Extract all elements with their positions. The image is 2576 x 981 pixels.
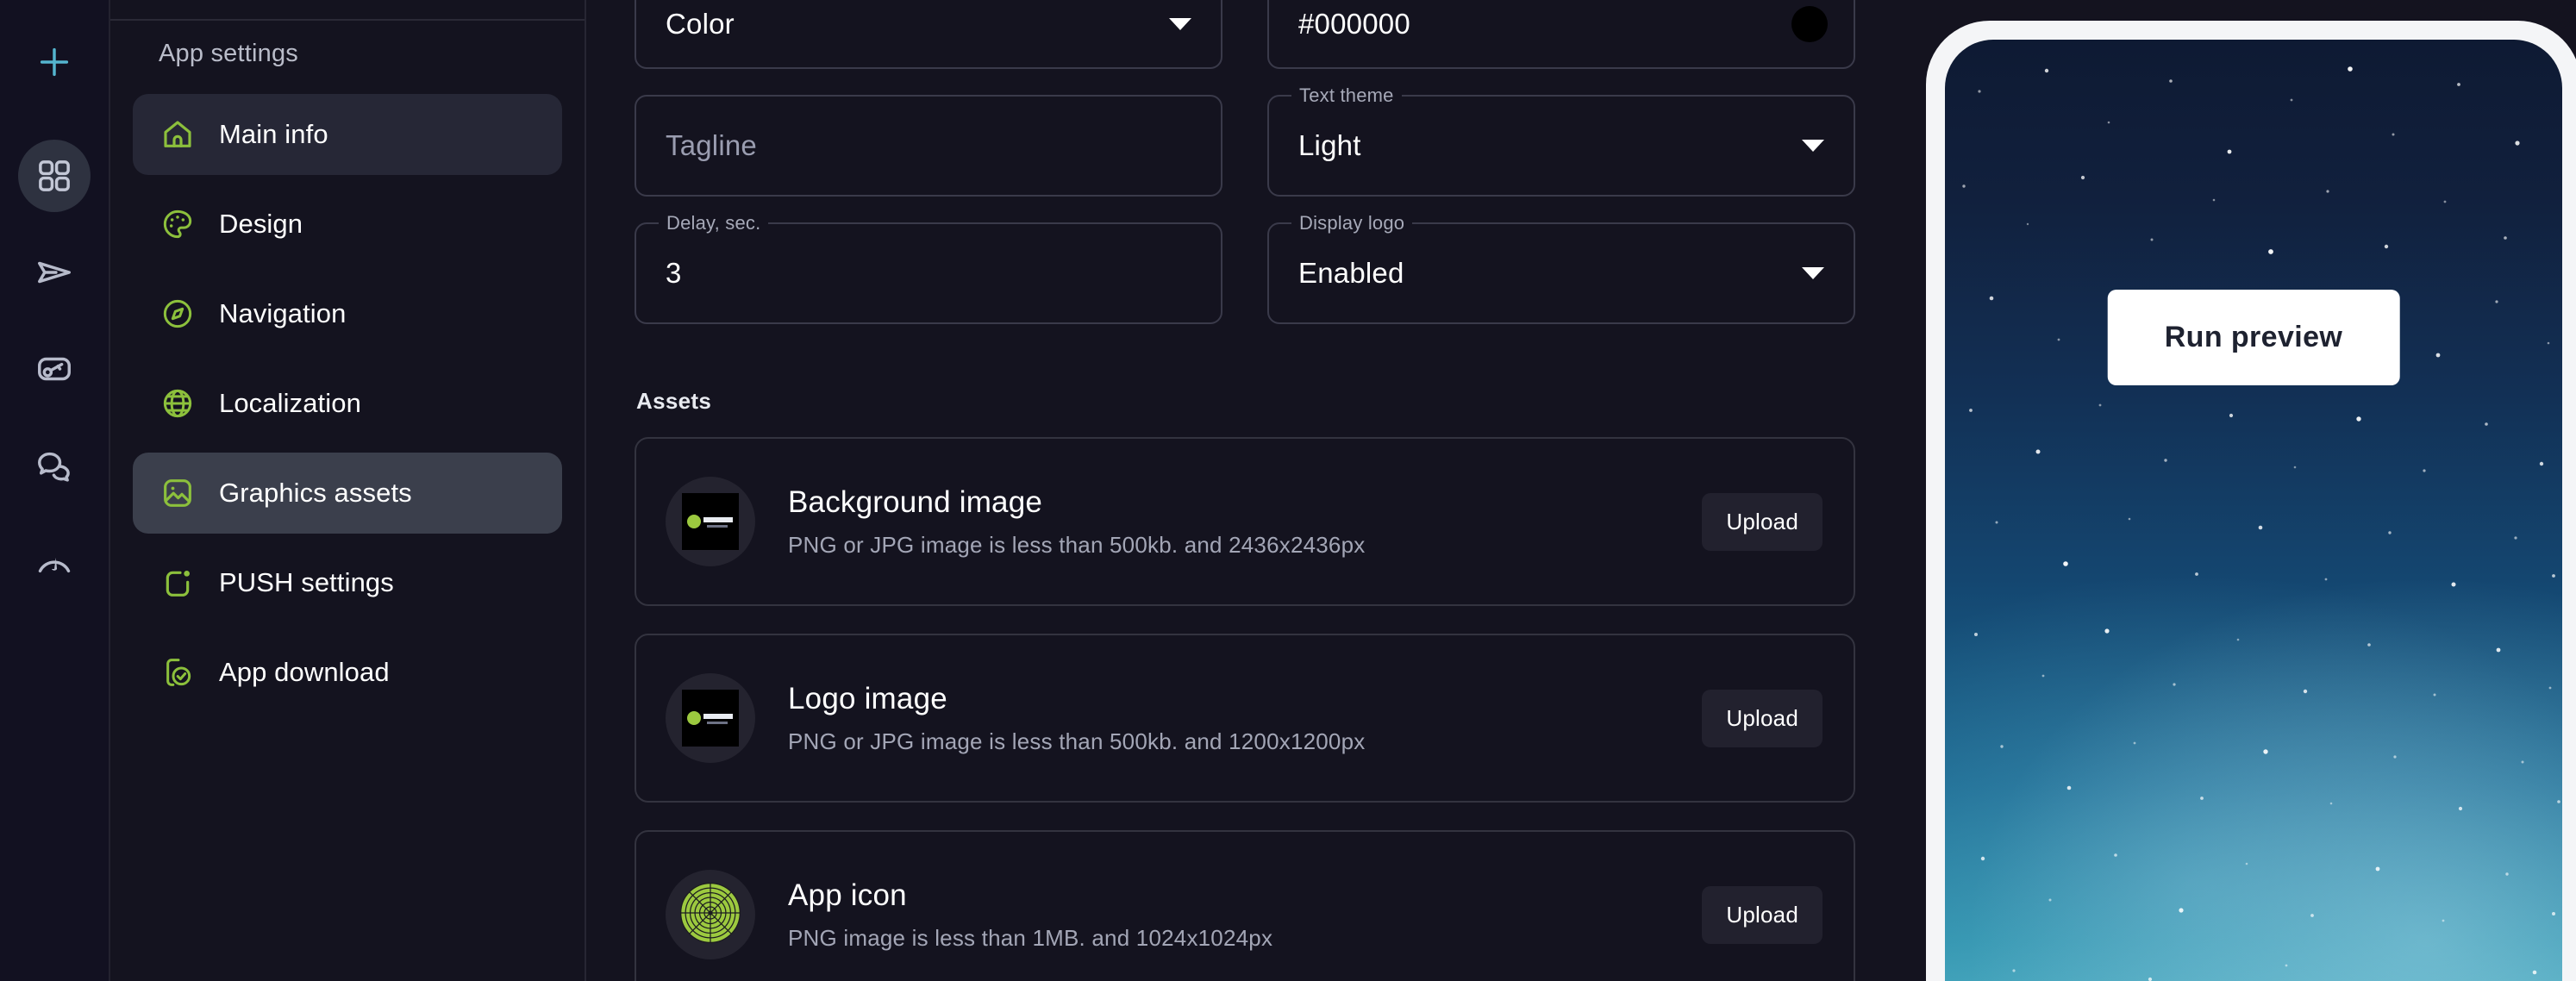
- upload-button[interactable]: Upload: [1702, 885, 1823, 944]
- compass-icon: [159, 295, 197, 333]
- nav-section-title: App settings: [159, 40, 298, 67]
- text-theme-label: Text theme: [1291, 84, 1402, 107]
- add-button[interactable]: [18, 26, 91, 98]
- app-root: App settings Main info Design Navigation…: [0, 0, 2576, 981]
- icon-rail: [0, 0, 110, 981]
- delay-value: 3: [666, 257, 682, 289]
- chevron-down-icon: [1169, 18, 1191, 30]
- sidebar-item-label: Navigation: [219, 298, 347, 328]
- avatar: [666, 870, 755, 959]
- limawapp-logo-thumb-icon: [682, 690, 739, 747]
- color-swatch[interactable]: [1791, 6, 1828, 42]
- home-icon: [159, 116, 197, 153]
- asset-text: App icon PNG image is less than 1MB. and…: [788, 878, 1702, 952]
- green-target-icon: [677, 879, 744, 951]
- sidebar-item-app-download[interactable]: App download: [133, 632, 562, 713]
- asset-row-logo-image: Logo image PNG or JPG image is less than…: [635, 634, 1855, 803]
- run-preview-button[interactable]: Run preview: [2107, 290, 2400, 385]
- limawapp-logo-thumb-icon: [682, 493, 739, 550]
- color-value: #000000: [1298, 8, 1410, 40]
- display-logo-label: Display logo: [1291, 212, 1413, 234]
- upload-button[interactable]: Upload: [1702, 492, 1823, 551]
- color-field[interactable]: Color #000000: [1267, 0, 1855, 69]
- sidebar-item-localization[interactable]: Localization: [133, 363, 562, 444]
- sidebar-item-label: Main info: [219, 119, 328, 149]
- paper-plane-icon: [34, 253, 74, 292]
- globe-icon: [159, 384, 197, 422]
- phone-frame: Run preview: [1926, 21, 2576, 981]
- download-check-icon: [159, 653, 197, 691]
- text-theme-value: Light: [1298, 129, 1361, 161]
- chevron-down-icon: [1802, 267, 1824, 279]
- sidebar-item-main-info[interactable]: Main info: [133, 94, 562, 175]
- settings-form: Background mode Color Color #000000 Tagl…: [635, 0, 1855, 324]
- tagline-input[interactable]: Tagline: [635, 95, 1222, 197]
- avatar: [666, 477, 755, 566]
- asset-description: PNG image is less than 1MB. and 1024x102…: [788, 924, 1273, 951]
- gauge-icon: [34, 542, 74, 582]
- phone-screen: Run preview: [1945, 40, 2562, 981]
- delay-label: Delay, sec.: [659, 212, 769, 234]
- apps-grid-button[interactable]: [18, 140, 91, 212]
- assets-section-title: Assets: [636, 388, 712, 414]
- asset-name: App icon: [788, 878, 907, 912]
- sidebar-item-label: Design: [219, 209, 303, 239]
- asset-description: PNG or JPG image is less than 500kb. and…: [788, 531, 1366, 558]
- asset-name: Background image: [788, 484, 1043, 519]
- asset-row-background-image: Background image PNG or JPG image is les…: [635, 437, 1855, 606]
- sidebar-item-label: App download: [219, 657, 390, 687]
- tagline-placeholder: Tagline: [666, 129, 757, 161]
- palette-icon: [159, 205, 197, 243]
- phone-preview-panel: Run preview: [1904, 0, 2576, 981]
- sidebar-item-label: Graphics assets: [219, 478, 412, 508]
- api-key-button[interactable]: [18, 333, 91, 405]
- asset-description: PNG or JPG image is less than 500kb. and…: [788, 728, 1366, 754]
- chevron-down-icon: [1802, 140, 1824, 152]
- asset-row-app-icon: App icon PNG image is less than 1MB. and…: [635, 830, 1855, 981]
- text-theme-select[interactable]: Text theme Light: [1267, 84, 1855, 197]
- sidebar-item-navigation[interactable]: Navigation: [133, 273, 562, 354]
- push-icon: [159, 564, 197, 602]
- send-button[interactable]: [18, 236, 91, 309]
- asset-text: Logo image PNG or JPG image is less than…: [788, 682, 1702, 755]
- sidebar-item-push-settings[interactable]: PUSH settings: [133, 542, 562, 623]
- avatar: [666, 673, 755, 763]
- analytics-button[interactable]: [18, 526, 91, 598]
- delay-input[interactable]: Delay, sec. 3: [635, 212, 1222, 324]
- main-content: Background mode Color Color #000000 Tagl…: [586, 0, 1904, 981]
- background-mode-value: Color: [666, 8, 735, 40]
- chat-bubbles-icon: [34, 446, 74, 485]
- sidebar-item-label: Localization: [219, 388, 361, 418]
- background-mode-select[interactable]: Background mode Color: [635, 0, 1222, 69]
- display-logo-value: Enabled: [1298, 257, 1404, 289]
- starfield-background: [1962, 66, 2560, 981]
- sidebar-item-label: PUSH settings: [219, 567, 394, 597]
- upload-button[interactable]: Upload: [1702, 689, 1823, 747]
- settings-nav-column: App settings Main info Design Navigation…: [110, 0, 586, 981]
- asset-text: Background image PNG or JPG image is les…: [788, 485, 1702, 559]
- sidebar-item-design[interactable]: Design: [133, 184, 562, 265]
- chat-button[interactable]: [18, 429, 91, 502]
- grid-icon: [35, 157, 73, 195]
- settings-nav-list: Main info Design Navigation Localization…: [133, 94, 562, 713]
- key-icon: [34, 349, 74, 389]
- nav-top-divider: [110, 19, 585, 21]
- plus-icon: [34, 42, 74, 82]
- image-icon: [159, 474, 197, 512]
- display-logo-select[interactable]: Display logo Enabled: [1267, 212, 1855, 324]
- asset-name: Logo image: [788, 681, 947, 715]
- sidebar-item-graphics-assets[interactable]: Graphics assets: [133, 453, 562, 534]
